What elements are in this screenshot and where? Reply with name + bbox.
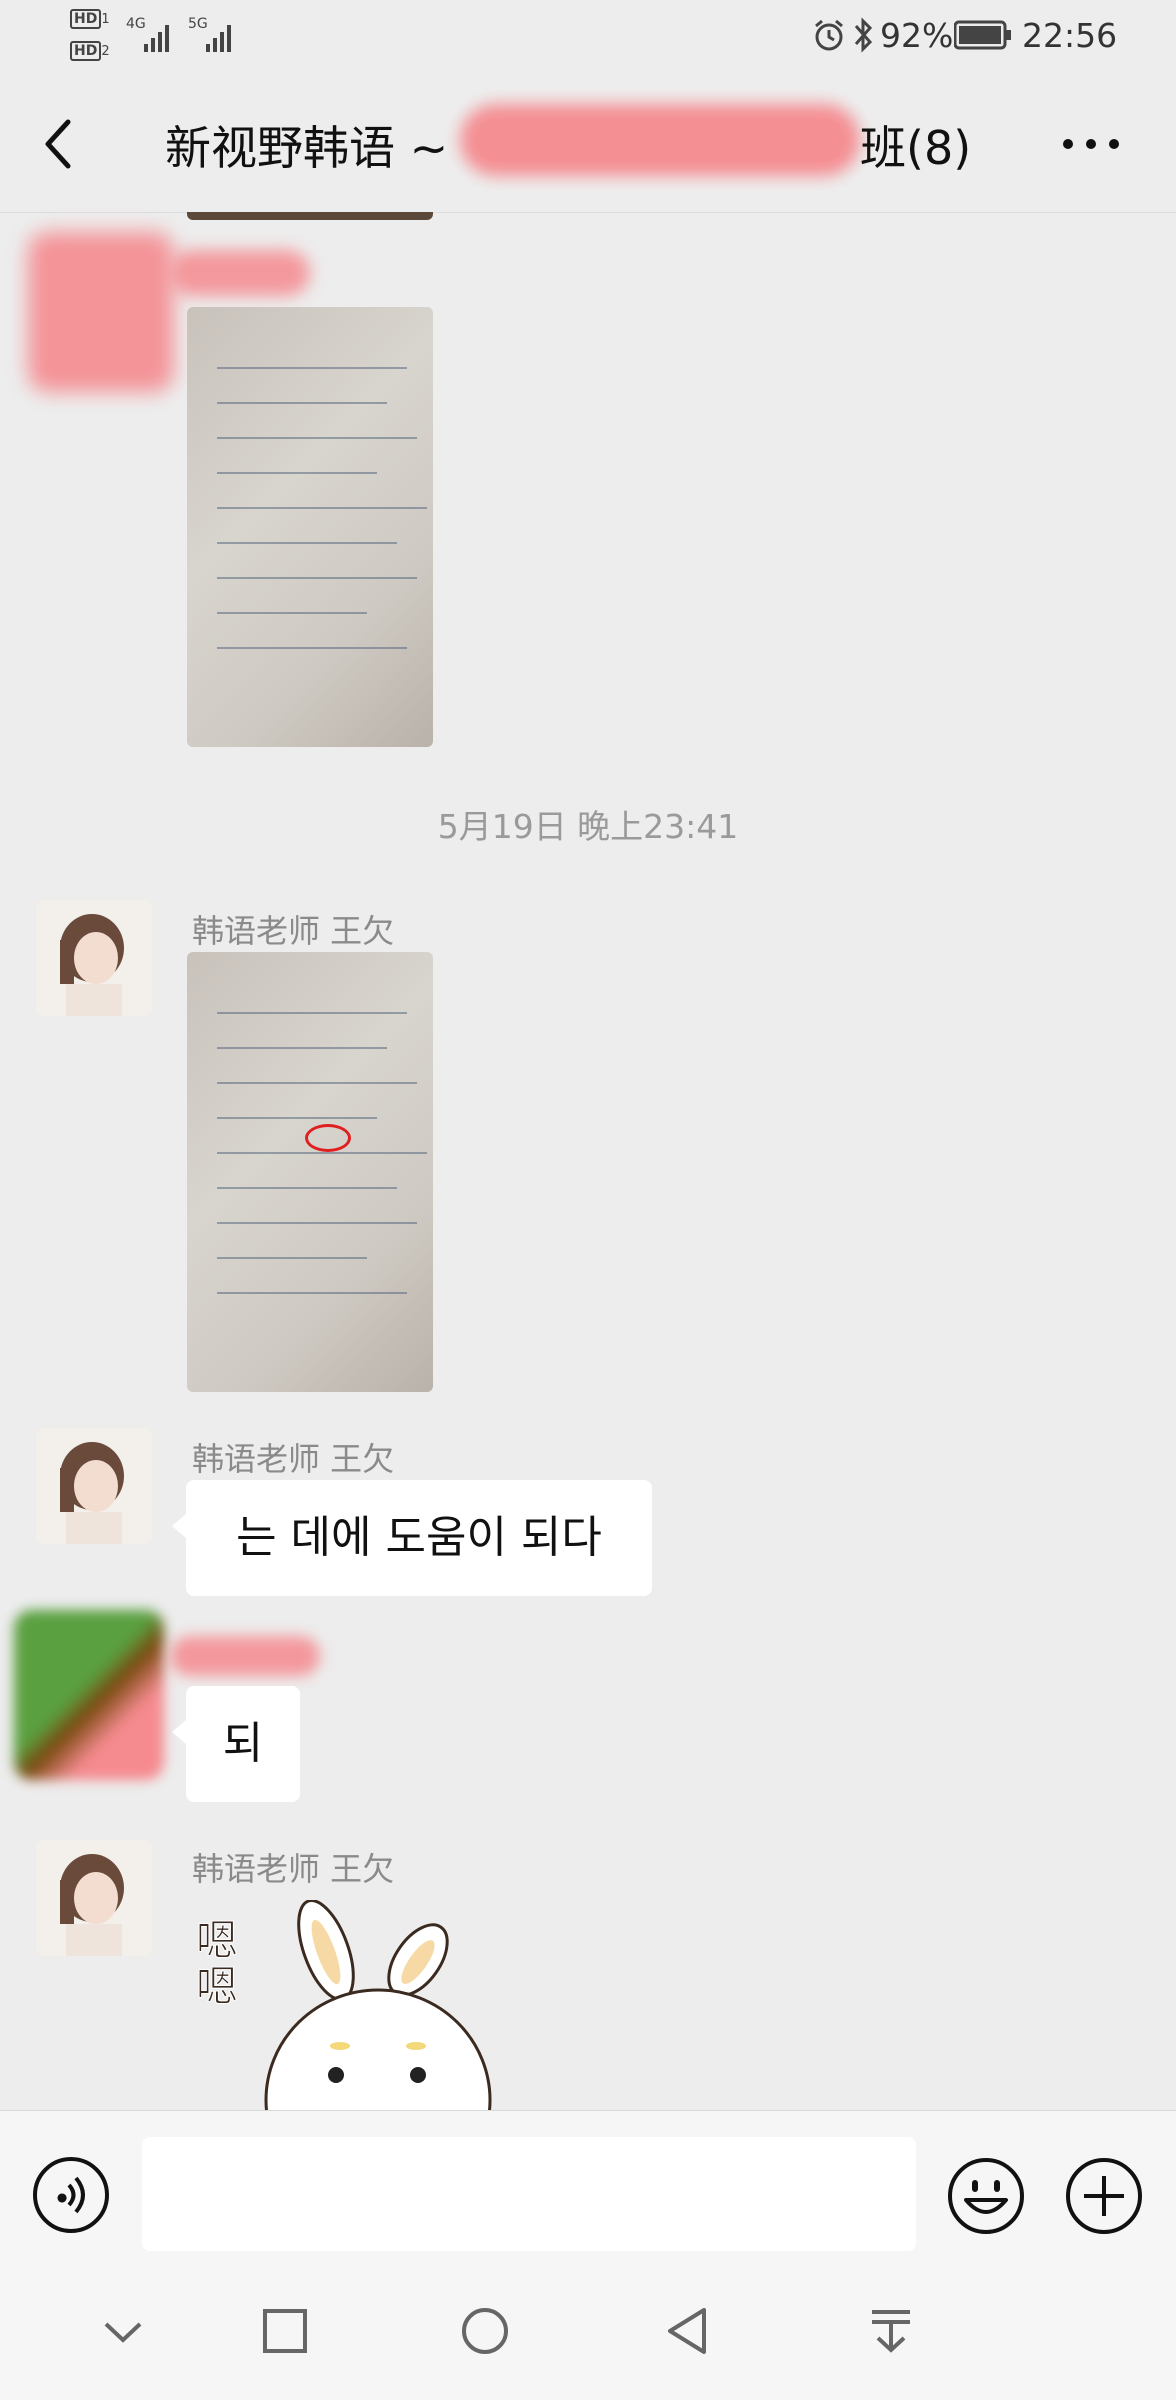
status-bar: HD 1 HD 2 4G 5G 92% 22:56 — [0, 0, 1176, 72]
timestamp: 5月19日 晚上23:41 — [437, 807, 739, 846]
clock: 22:56 — [1022, 16, 1118, 55]
message-input[interactable] — [142, 2137, 916, 2251]
bunny-icon — [264, 1900, 492, 2110]
network-5g-label: 5G — [188, 16, 208, 32]
redacted-avatar — [28, 232, 174, 392]
add-icon[interactable] — [1064, 2156, 1144, 2236]
redacted-avatar — [14, 1610, 164, 1780]
avatar[interactable] — [36, 900, 152, 1016]
notebook-photo-annotated[interactable] — [187, 952, 433, 1392]
battery-percent: 92% — [880, 16, 954, 55]
previous-image-edge[interactable] — [187, 212, 433, 220]
chat-title: 新视野韩语 ~ — [165, 121, 449, 175]
hd2-indicator: HD 2 — [70, 40, 110, 61]
home-circle-icon[interactable] — [460, 2306, 510, 2356]
message-text: 는 데에 도움이 되다 — [236, 1512, 602, 1563]
chat-header: 新视野韩语 ~ 班(8) — [0, 72, 1176, 213]
message-bubble[interactable]: 는 데에 도움이 되다 — [172, 1480, 652, 1596]
avatar[interactable] — [36, 1840, 152, 1956]
redacted-name — [170, 250, 310, 296]
notification-pull-down-icon[interactable] — [868, 2308, 914, 2354]
bluetooth-icon — [854, 17, 873, 53]
more-options-icon[interactable] — [1060, 134, 1122, 154]
message-bubble[interactable]: 되 — [172, 1686, 300, 1802]
notebook-photo[interactable] — [187, 307, 433, 747]
back-triangle-icon[interactable] — [664, 2306, 710, 2356]
hd2-sub: 2 — [101, 44, 110, 59]
emoji-icon[interactable] — [946, 2156, 1026, 2236]
hd2-label: HD — [70, 41, 102, 61]
sticker-text: 嗯嗯 — [196, 1916, 239, 2011]
chat-input-bar — [0, 2110, 1176, 2271]
recents-square-icon[interactable] — [262, 2308, 308, 2354]
bunny-sticker[interactable]: 嗯嗯 — [188, 1900, 528, 2110]
system-nav-bar — [0, 2270, 1176, 2400]
message-text: 되 — [222, 1718, 264, 1769]
redacted-name — [170, 1636, 320, 1676]
red-circle-annotation — [305, 1124, 351, 1152]
avatar-image-icon — [36, 1428, 152, 1544]
hd1-indicator: HD 1 — [70, 8, 110, 29]
sender-name: 韩语老师 王欠 — [192, 1440, 395, 1478]
avatar[interactable] — [36, 1428, 152, 1544]
battery-icon — [954, 20, 1011, 50]
hd1-sub: 1 — [101, 12, 110, 27]
signal-bars-icon-2 — [206, 25, 231, 52]
avatar-image-icon — [36, 900, 152, 1016]
chat-title-suffix: 班(8) — [860, 121, 972, 175]
hd1-label: HD — [70, 9, 102, 29]
title-redaction — [460, 104, 860, 176]
sender-name: 韩语老师 王欠 — [192, 1850, 395, 1888]
voice-input-icon[interactable] — [32, 2156, 110, 2234]
avatar-image-icon — [36, 1840, 152, 1956]
sender-name: 韩语老师 王欠 — [192, 912, 395, 950]
back-arrow-icon[interactable] — [38, 116, 78, 172]
signal-bars-icon — [144, 25, 169, 52]
chevron-down-icon[interactable] — [100, 2316, 146, 2346]
network-4g-label: 4G — [126, 16, 146, 32]
alarm-icon — [815, 19, 843, 51]
